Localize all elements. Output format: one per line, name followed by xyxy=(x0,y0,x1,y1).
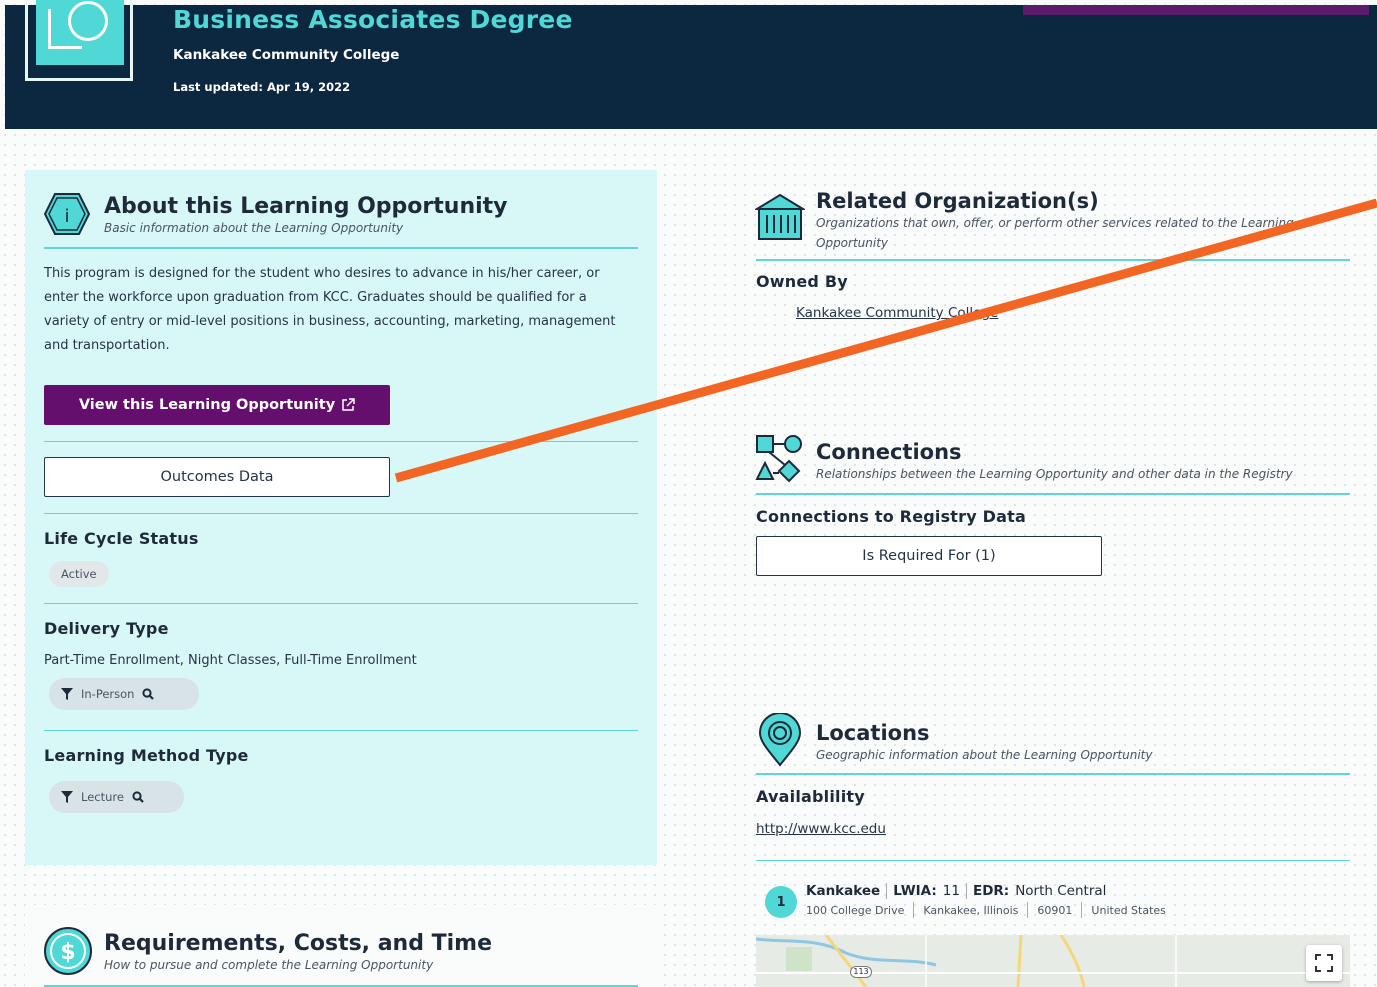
delivery-type-tag[interactable]: In-Person xyxy=(49,678,199,710)
about-header: About this Learning Opportunity Basic in… xyxy=(104,194,508,235)
connections-subtitle: Relationships between the Learning Oppor… xyxy=(816,467,1293,481)
owner-link[interactable]: Kankakee Community College xyxy=(796,305,998,321)
divider xyxy=(44,513,638,514)
status-value: Active xyxy=(61,567,97,581)
edr-label: EDR: xyxy=(972,883,1010,899)
outcomes-button-label: Outcomes Data xyxy=(160,469,274,485)
about-subtitle: Basic information about the Learning Opp… xyxy=(104,221,404,235)
learning-method-tag[interactable]: Lecture xyxy=(49,781,184,813)
divider xyxy=(44,247,638,249)
location-number: 1 xyxy=(776,894,786,910)
location-map[interactable]: 113 xyxy=(756,935,1350,987)
edr-value: North Central xyxy=(1015,883,1107,899)
outcomes-data-button[interactable]: Outcomes Data xyxy=(44,457,390,497)
related-orgs-subtitle: Organizations that own, offer, or perfor… xyxy=(816,216,1294,250)
divider xyxy=(756,773,1350,775)
expand-icon xyxy=(1315,954,1333,972)
svg-text:$: $ xyxy=(60,940,75,965)
location-address: 100 College Drive Kankakee, Illinois 609… xyxy=(806,902,1166,918)
divider xyxy=(44,603,638,604)
availability-label: Availablility xyxy=(756,787,865,806)
location-name: Kankakee xyxy=(806,883,881,899)
related-orgs-header: Related Organization(s) Organizations th… xyxy=(816,189,1316,253)
search-icon[interactable] xyxy=(142,688,155,700)
lwia-label: LWIA: xyxy=(893,883,937,899)
owned-by-label: Owned By xyxy=(756,272,848,291)
external-link-icon xyxy=(342,398,355,411)
address-zip: 60901 xyxy=(1037,903,1073,917)
view-button-label: View this Learning Opportunity xyxy=(78,397,336,413)
info-hexagon-icon: i xyxy=(43,193,91,235)
divider xyxy=(44,730,638,731)
related-orgs-title: Related Organization(s) xyxy=(816,189,1099,213)
divider xyxy=(756,860,1350,861)
filter-icon xyxy=(61,791,73,803)
is-required-for-label: Is Required For (1) xyxy=(862,548,996,564)
life-cycle-label: Life Cycle Status xyxy=(44,529,199,548)
map-tiles xyxy=(756,935,1350,987)
requirements-subtitle: How to pursue and complete the Learning … xyxy=(104,958,434,972)
about-panel: i About this Learning Opportunity Basic … xyxy=(25,170,657,865)
delivery-tag-label: In-Person xyxy=(81,687,135,701)
learning-method-tag-label: Lecture xyxy=(81,790,124,804)
svg-text:i: i xyxy=(64,206,69,227)
locations-title: Locations xyxy=(816,721,930,745)
expand-map-button[interactable] xyxy=(1306,945,1342,981)
availability-link[interactable]: http://www.kcc.edu xyxy=(756,821,886,837)
connections-header: Connections Relationships between the Le… xyxy=(816,440,1336,484)
delivery-type-label: Delivery Type xyxy=(44,619,169,638)
filter-icon xyxy=(61,688,73,700)
about-description: This program is designed for the student… xyxy=(44,266,616,353)
address-street: 100 College Drive xyxy=(806,903,905,917)
requirements-header: Requirements, Costs, and Time How to pur… xyxy=(104,931,492,972)
address-city: Kankakee, Illinois xyxy=(923,903,1019,917)
page-header: Business Associates Degree Kankakee Comm… xyxy=(5,0,1377,129)
is-required-for-button[interactable]: Is Required For (1) xyxy=(756,536,1102,576)
header-action-bar[interactable] xyxy=(1023,5,1369,15)
location-number-badge: 1 xyxy=(765,886,797,918)
route-label: 113 xyxy=(853,967,869,976)
learning-method-label: Learning Method Type xyxy=(44,746,249,765)
last-updated: Last updated: Apr 19, 2022 xyxy=(173,80,351,94)
building-icon xyxy=(755,193,805,240)
connections-title: Connections xyxy=(816,440,962,464)
page-title: Business Associates Degree xyxy=(173,5,573,34)
locations-subtitle: Geographic information about the Learnin… xyxy=(816,748,1153,762)
map-route-badge: 113 xyxy=(850,966,872,978)
location-pin-icon xyxy=(758,713,802,767)
header-logo xyxy=(25,0,133,81)
status-badge: Active xyxy=(49,561,109,587)
divider xyxy=(756,493,1350,495)
header-organization: Kankakee Community College xyxy=(173,47,400,63)
location-item[interactable]: 1 Kankakee LWIA: 11 EDR: North Central 1… xyxy=(765,882,1345,922)
dollar-icon: $ xyxy=(44,927,92,975)
locations-header: Locations Geographic information about t… xyxy=(816,721,1336,765)
delivery-type-text: Part-Time Enrollment, Night Classes, Ful… xyxy=(44,653,417,668)
requirements-panel: $ Requirements, Costs, and Time How to p… xyxy=(25,905,657,987)
divider xyxy=(44,441,638,442)
requirements-title: Requirements, Costs, and Time xyxy=(104,931,493,956)
address-country: United States xyxy=(1091,903,1166,917)
lwia-value: 11 xyxy=(942,883,960,899)
search-icon[interactable] xyxy=(132,791,144,803)
connections-icon xyxy=(755,435,802,483)
view-learning-opportunity-button[interactable]: View this Learning Opportunity xyxy=(44,385,390,425)
connections-label: Connections to Registry Data xyxy=(756,507,1026,526)
location-title-row: Kankakee LWIA: 11 EDR: North Central xyxy=(806,883,1106,899)
about-title: About this Learning Opportunity xyxy=(104,194,508,219)
divider xyxy=(756,259,1350,261)
